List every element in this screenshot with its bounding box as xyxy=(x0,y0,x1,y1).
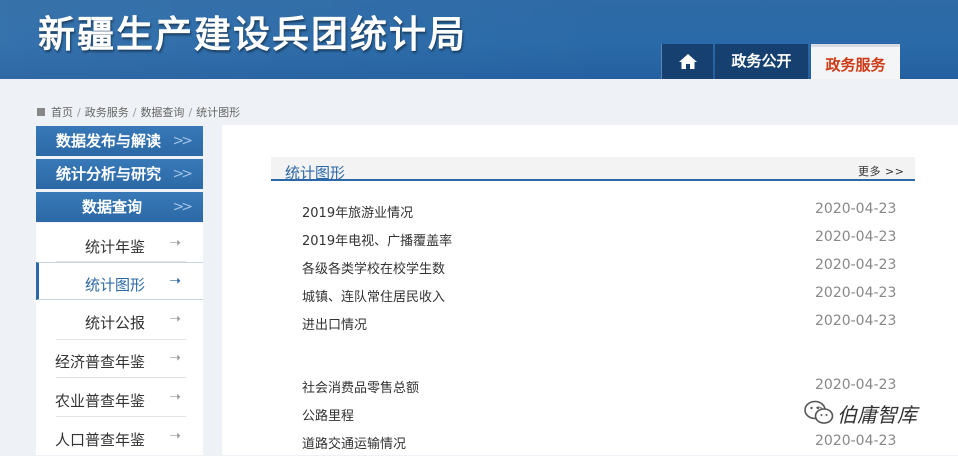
list-item-title[interactable]: 2019年旅游业情况 xyxy=(302,202,413,221)
list-item-title[interactable]: 公路里程 xyxy=(302,405,354,424)
site-header: 新疆生产建设兵团统计局 政务公开 政务服务 xyxy=(0,0,958,79)
sidebar-section-data-release[interactable]: 数据发布与解读 >> xyxy=(36,126,203,156)
arrow-right-icon: ➝ xyxy=(169,389,181,405)
list-item-date: 2020-04-23 xyxy=(815,313,897,329)
breadcrumb-gov-service[interactable]: 政务服务 xyxy=(85,106,129,119)
arrow-right-icon: ➝ xyxy=(169,235,181,251)
sidebar-item-label: 统计公报 xyxy=(84,314,145,332)
sidebar-item-label: 经济普查年鉴 xyxy=(54,353,145,371)
list-item-title[interactable]: 各级各类学校在校学生数 xyxy=(302,258,445,277)
list-item-date: 2020-04-23 xyxy=(815,201,897,217)
sidebar-section-data-query[interactable]: 数据查询 >> xyxy=(36,192,203,222)
sidebar-section-label: 数据发布与解读 xyxy=(56,132,162,150)
divider xyxy=(56,416,186,417)
list-header-bar xyxy=(271,157,915,181)
breadcrumb-home[interactable]: 首页 xyxy=(51,106,73,119)
double-chevron-icon: >> xyxy=(172,199,194,215)
sidebar-item-label: 统计年鉴 xyxy=(84,238,145,256)
list-item-title[interactable]: 道路交通运输情况 xyxy=(302,433,406,452)
sidebar-item-label: 统计图形 xyxy=(84,276,145,294)
sidebar-submenu: 统计年鉴 ➝ 统计图形 ➝ 统计公报 ➝ 经济普查年鉴 ➝ 农业普查年鉴 ➝ 人… xyxy=(36,223,203,455)
breadcrumb-square-icon xyxy=(37,108,45,116)
divider xyxy=(56,377,186,378)
sidebar-section-analysis[interactable]: 统计分析与研究 >> xyxy=(36,159,203,189)
sidebar-item-label: 人口普查年鉴 xyxy=(54,431,145,449)
home-icon xyxy=(679,54,697,69)
breadcrumb-data-query[interactable]: 数据查询 xyxy=(140,106,184,119)
sidebar-item-charts[interactable]: 统计图形 ➝ xyxy=(36,262,203,300)
sidebar-section-label: 统计分析与研究 xyxy=(56,165,162,183)
double-chevron-icon: >> xyxy=(172,133,194,149)
arrow-right-icon: ➝ xyxy=(169,350,181,366)
watermark-text: 伯庸智库 xyxy=(837,403,917,427)
arrow-right-icon: ➝ xyxy=(169,273,181,289)
more-link[interactable]: 更多 >> xyxy=(858,163,904,179)
sidebar-item-bulletin[interactable]: 统计公报 ➝ xyxy=(36,301,203,339)
list-item-title[interactable]: 社会消费品零售总额 xyxy=(302,377,419,396)
arrow-right-icon: ➝ xyxy=(169,311,181,327)
arrow-right-icon: ➝ xyxy=(169,428,181,444)
wechat-icon xyxy=(804,400,834,424)
list-title: 统计图形 xyxy=(285,164,346,182)
sidebar-item-yearbook[interactable]: 统计年鉴 ➝ xyxy=(36,225,203,263)
breadcrumb: 首页 / 政务服务 / 数据查询 / 统计图形 xyxy=(37,104,240,120)
sidebar-item-label: 农业普查年鉴 xyxy=(54,392,145,410)
sidebar-item-economic-census[interactable]: 经济普查年鉴 ➝ xyxy=(36,340,203,378)
list-item-date: 2020-04-23 xyxy=(815,377,897,393)
list-item-title[interactable]: 进出口情况 xyxy=(302,314,367,333)
nav-gov-service[interactable]: 政务服务 xyxy=(811,44,900,79)
sidebar-item-population-census[interactable]: 人口普查年鉴 ➝ xyxy=(36,418,203,456)
nav-gov-open[interactable]: 政务公开 xyxy=(715,44,808,79)
list-item-title[interactable]: 2019年电视、广播覆盖率 xyxy=(302,230,452,249)
site-title: 新疆生产建设兵团统计局 xyxy=(38,13,467,56)
nav-home[interactable] xyxy=(661,44,713,79)
double-chevron-icon: >> xyxy=(172,166,194,182)
list-item-title[interactable]: 城镇、连队常住居民收入 xyxy=(302,286,445,305)
list-item-date: 2020-04-23 xyxy=(815,285,897,301)
breadcrumb-current: 统计图形 xyxy=(196,106,241,119)
list-item-date: 2020-04-23 xyxy=(815,229,897,245)
list-item-date: 2020-04-23 xyxy=(815,257,897,273)
list-item-date: 2020-04-23 xyxy=(815,433,897,449)
sidebar-item-agri-census[interactable]: 农业普查年鉴 ➝ xyxy=(36,379,203,417)
